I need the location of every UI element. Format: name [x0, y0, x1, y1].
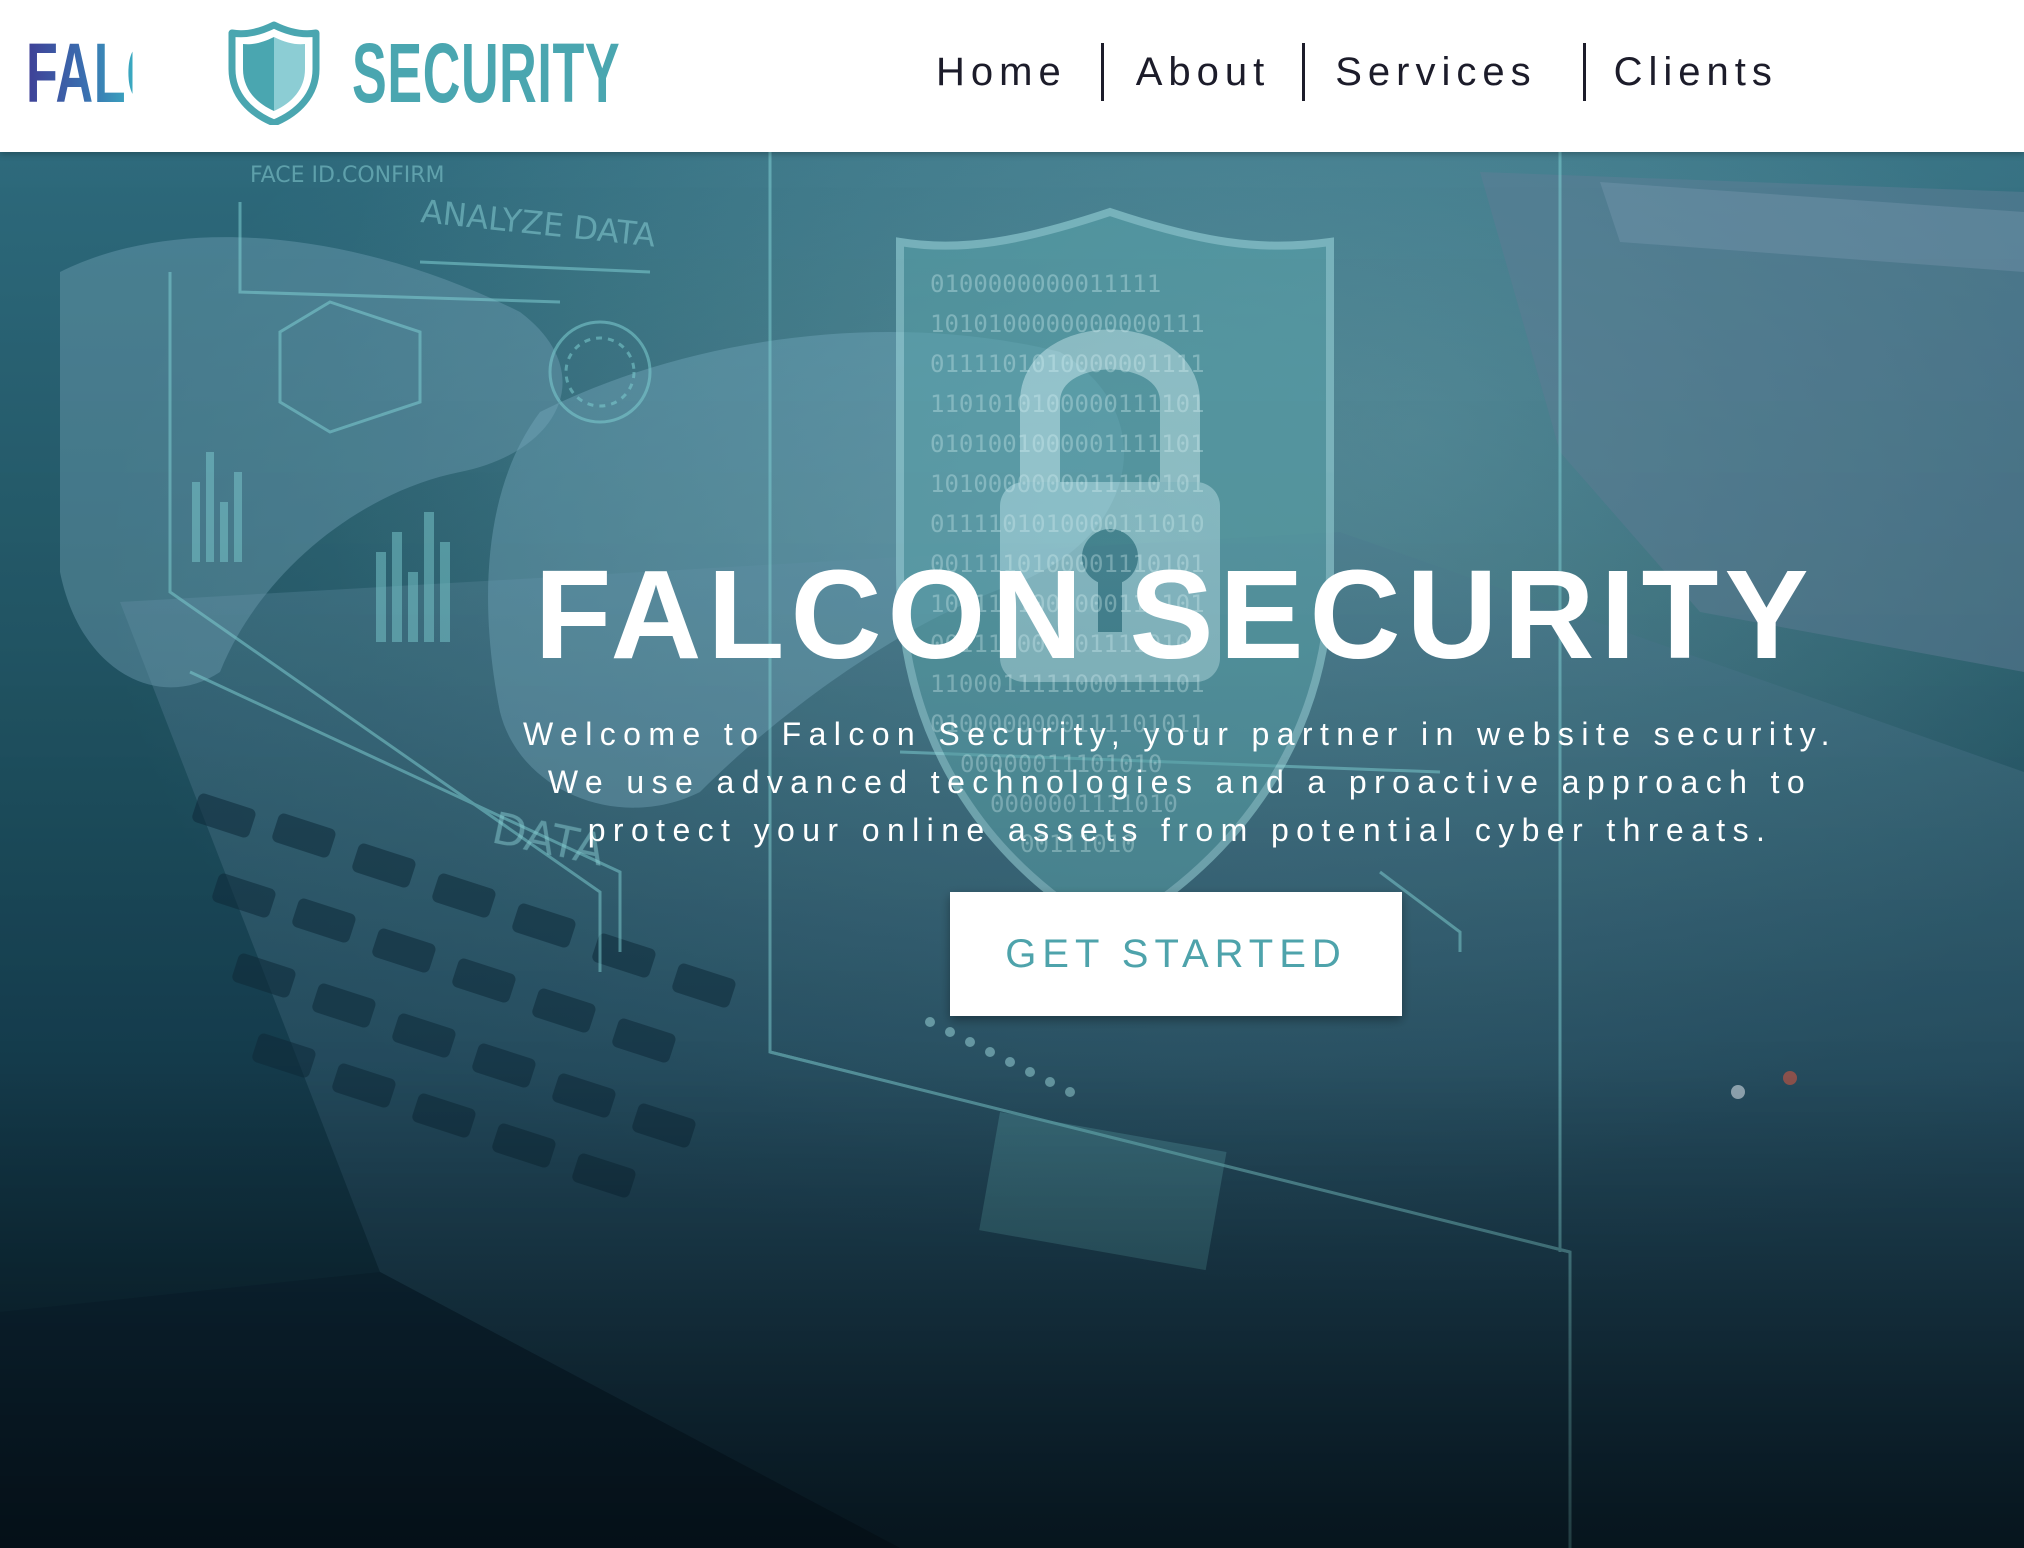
- brand-name-security: SECURITY: [352, 26, 621, 120]
- hero-title: FALCON SECURITY: [534, 544, 1815, 685]
- nav-item-services[interactable]: Services: [1333, 50, 1538, 95]
- nav-divider: [1582, 43, 1586, 101]
- nav-item-clients[interactable]: Clients: [1612, 50, 1780, 95]
- nav-divider: [1100, 43, 1104, 101]
- brand-logo[interactable]: FALCON SECURITY: [26, 18, 621, 128]
- hero-section: 0100000000011111 1010100000000000111 011…: [0, 152, 2024, 1548]
- site-header: FALCON SECURITY Home About Services Clie…: [0, 0, 2024, 152]
- hero-description: Welcome to Falcon Security, your partner…: [460, 710, 1900, 854]
- hero-description-line: Welcome to Falcon Security, your partner…: [523, 716, 1837, 752]
- nav-divider: [1302, 43, 1306, 101]
- nav-item-home[interactable]: Home: [934, 50, 1069, 95]
- main-nav: Home About Services Clients: [910, 40, 1780, 104]
- nav-item-about[interactable]: About: [1134, 50, 1273, 95]
- hero-description-line: We use advanced technologies and a proac…: [547, 764, 1813, 800]
- brand-name-falcon: FALCON: [26, 26, 244, 120]
- get-started-button[interactable]: GET STARTED: [950, 892, 1402, 1016]
- hero-description-line: protect your online assets from potentia…: [587, 812, 1773, 848]
